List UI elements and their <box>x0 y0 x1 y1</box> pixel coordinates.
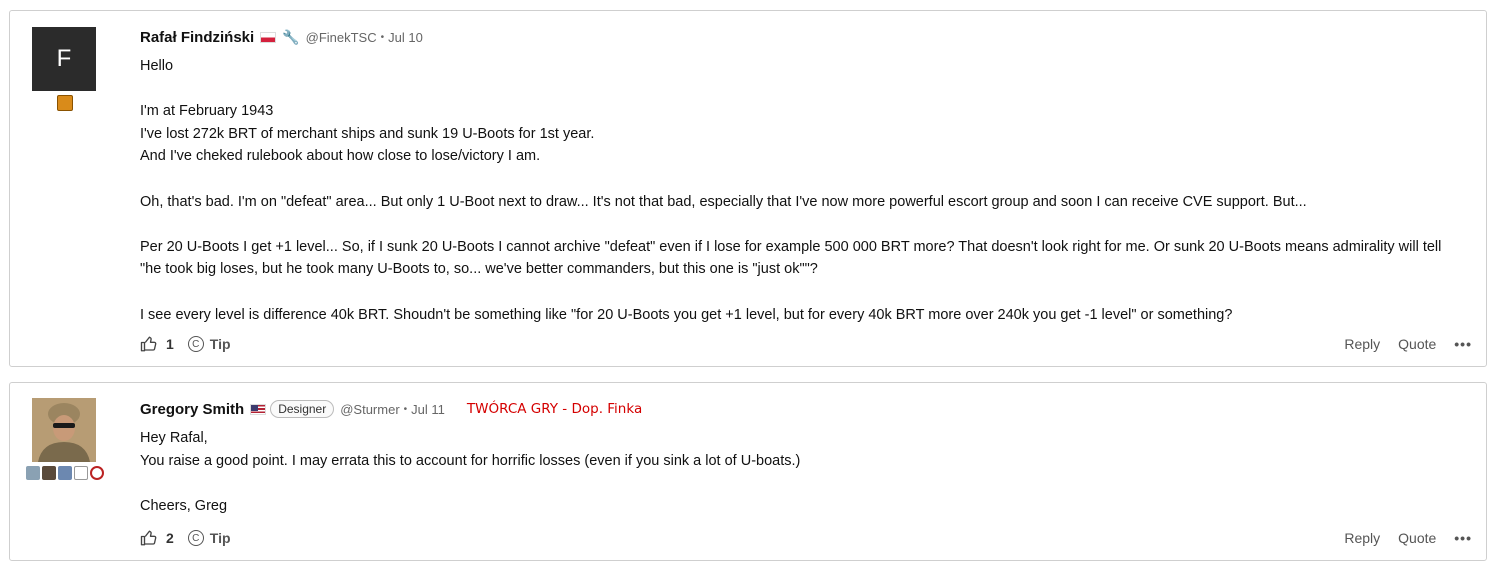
post-line: I see every level is difference 40k BRT.… <box>140 306 1233 323</box>
designer-badge: Designer <box>270 400 335 418</box>
post-line: "he took big loses, but he took many U-B… <box>140 261 818 278</box>
post-line: Hey Rafal, <box>140 430 208 446</box>
tank-badge-icon[interactable] <box>26 466 40 480</box>
author-avatar-column: F <box>32 27 98 111</box>
avatar[interactable] <box>32 398 96 462</box>
post-header: Rafał Findziński 🔧 @FinekTSC • Jul 10 <box>140 27 1466 47</box>
soldier-portrait-icon <box>32 398 96 462</box>
post-content: Rafał Findziński 🔧 @FinekTSC • Jul 10 He… <box>140 27 1466 326</box>
red-annotation-label: TWÓRCA GRY - Dop. Finka <box>466 401 643 417</box>
rank-badge-icon[interactable] <box>57 95 73 111</box>
meta-separator: • <box>380 31 385 43</box>
author-handle[interactable]: @Sturmer <box>340 402 399 417</box>
reply-button[interactable]: Reply <box>1344 336 1380 352</box>
comment-post: Gregory Smith Designer @Sturmer • Jul 11… <box>9 382 1487 561</box>
user-badges <box>20 466 110 480</box>
more-options-icon[interactable]: ••• <box>1454 530 1472 546</box>
post-line: I've lost 272k BRT of merchant ships and… <box>140 125 595 142</box>
post-date[interactable]: Jul 11 <box>411 402 445 417</box>
post-line: Cheers, Greg <box>140 497 228 514</box>
thumbs-up-icon[interactable] <box>140 529 158 547</box>
user-badges <box>32 95 98 111</box>
poland-flag-icon <box>260 31 277 43</box>
target-badge-icon[interactable] <box>90 466 104 480</box>
plane-badge-icon[interactable] <box>74 466 88 480</box>
post-footer: 2 C Tip Reply Quote ••• <box>140 527 1472 549</box>
author-handle[interactable]: @FinekTSC <box>306 30 377 45</box>
post-body: Hey Rafal, You raise a good point. I may… <box>140 427 1466 517</box>
post-line: You raise a good point. I may errata thi… <box>140 452 801 469</box>
post-line: Per 20 U-Boots I get +1 level... So, if … <box>140 238 1442 255</box>
more-options-icon[interactable]: ••• <box>1454 336 1472 352</box>
post-line: Hello <box>140 58 174 74</box>
post-line: And I've cheked rulebook about how close… <box>140 148 541 165</box>
post-content: Gregory Smith Designer @Sturmer • Jul 11… <box>140 399 1466 517</box>
like-count: 2 <box>166 530 174 546</box>
usa-flag-icon <box>250 403 267 415</box>
tip-coin-icon[interactable]: C <box>187 530 204 546</box>
reply-button[interactable]: Reply <box>1344 530 1380 546</box>
author-name[interactable]: Rafał Findziński <box>140 29 254 46</box>
post-footer: 1 C Tip Reply Quote ••• <box>140 333 1472 355</box>
post-line: I'm at February 1943 <box>140 103 274 120</box>
post-date[interactable]: Jul 10 <box>388 30 423 45</box>
like-count: 1 <box>166 336 174 352</box>
post-header: Gregory Smith Designer @Sturmer • Jul 11… <box>140 399 1466 419</box>
soldier-badge-icon[interactable] <box>42 466 56 480</box>
comment-post: F Rafał Findziński 🔧 @FinekTSC • Jul 10 … <box>9 10 1487 367</box>
ship-badge-icon[interactable] <box>58 466 72 480</box>
author-avatar-column <box>26 398 104 480</box>
tip-button[interactable]: Tip <box>210 530 231 546</box>
tip-button[interactable]: Tip <box>210 336 231 352</box>
avatar[interactable]: F <box>32 27 96 91</box>
wrench-icon: 🔧 <box>282 28 300 45</box>
quote-button[interactable]: Quote <box>1398 530 1436 546</box>
author-name[interactable]: Gregory Smith <box>140 401 244 418</box>
quote-button[interactable]: Quote <box>1398 336 1436 352</box>
post-line: Oh, that's bad. I'm on "defeat" area... … <box>140 193 1307 210</box>
meta-separator: • <box>403 403 408 415</box>
tip-coin-icon[interactable]: C <box>187 336 204 352</box>
thumbs-up-icon[interactable] <box>140 335 158 353</box>
post-body: Hello I'm at February 1943 I've lost 272… <box>140 55 1466 326</box>
